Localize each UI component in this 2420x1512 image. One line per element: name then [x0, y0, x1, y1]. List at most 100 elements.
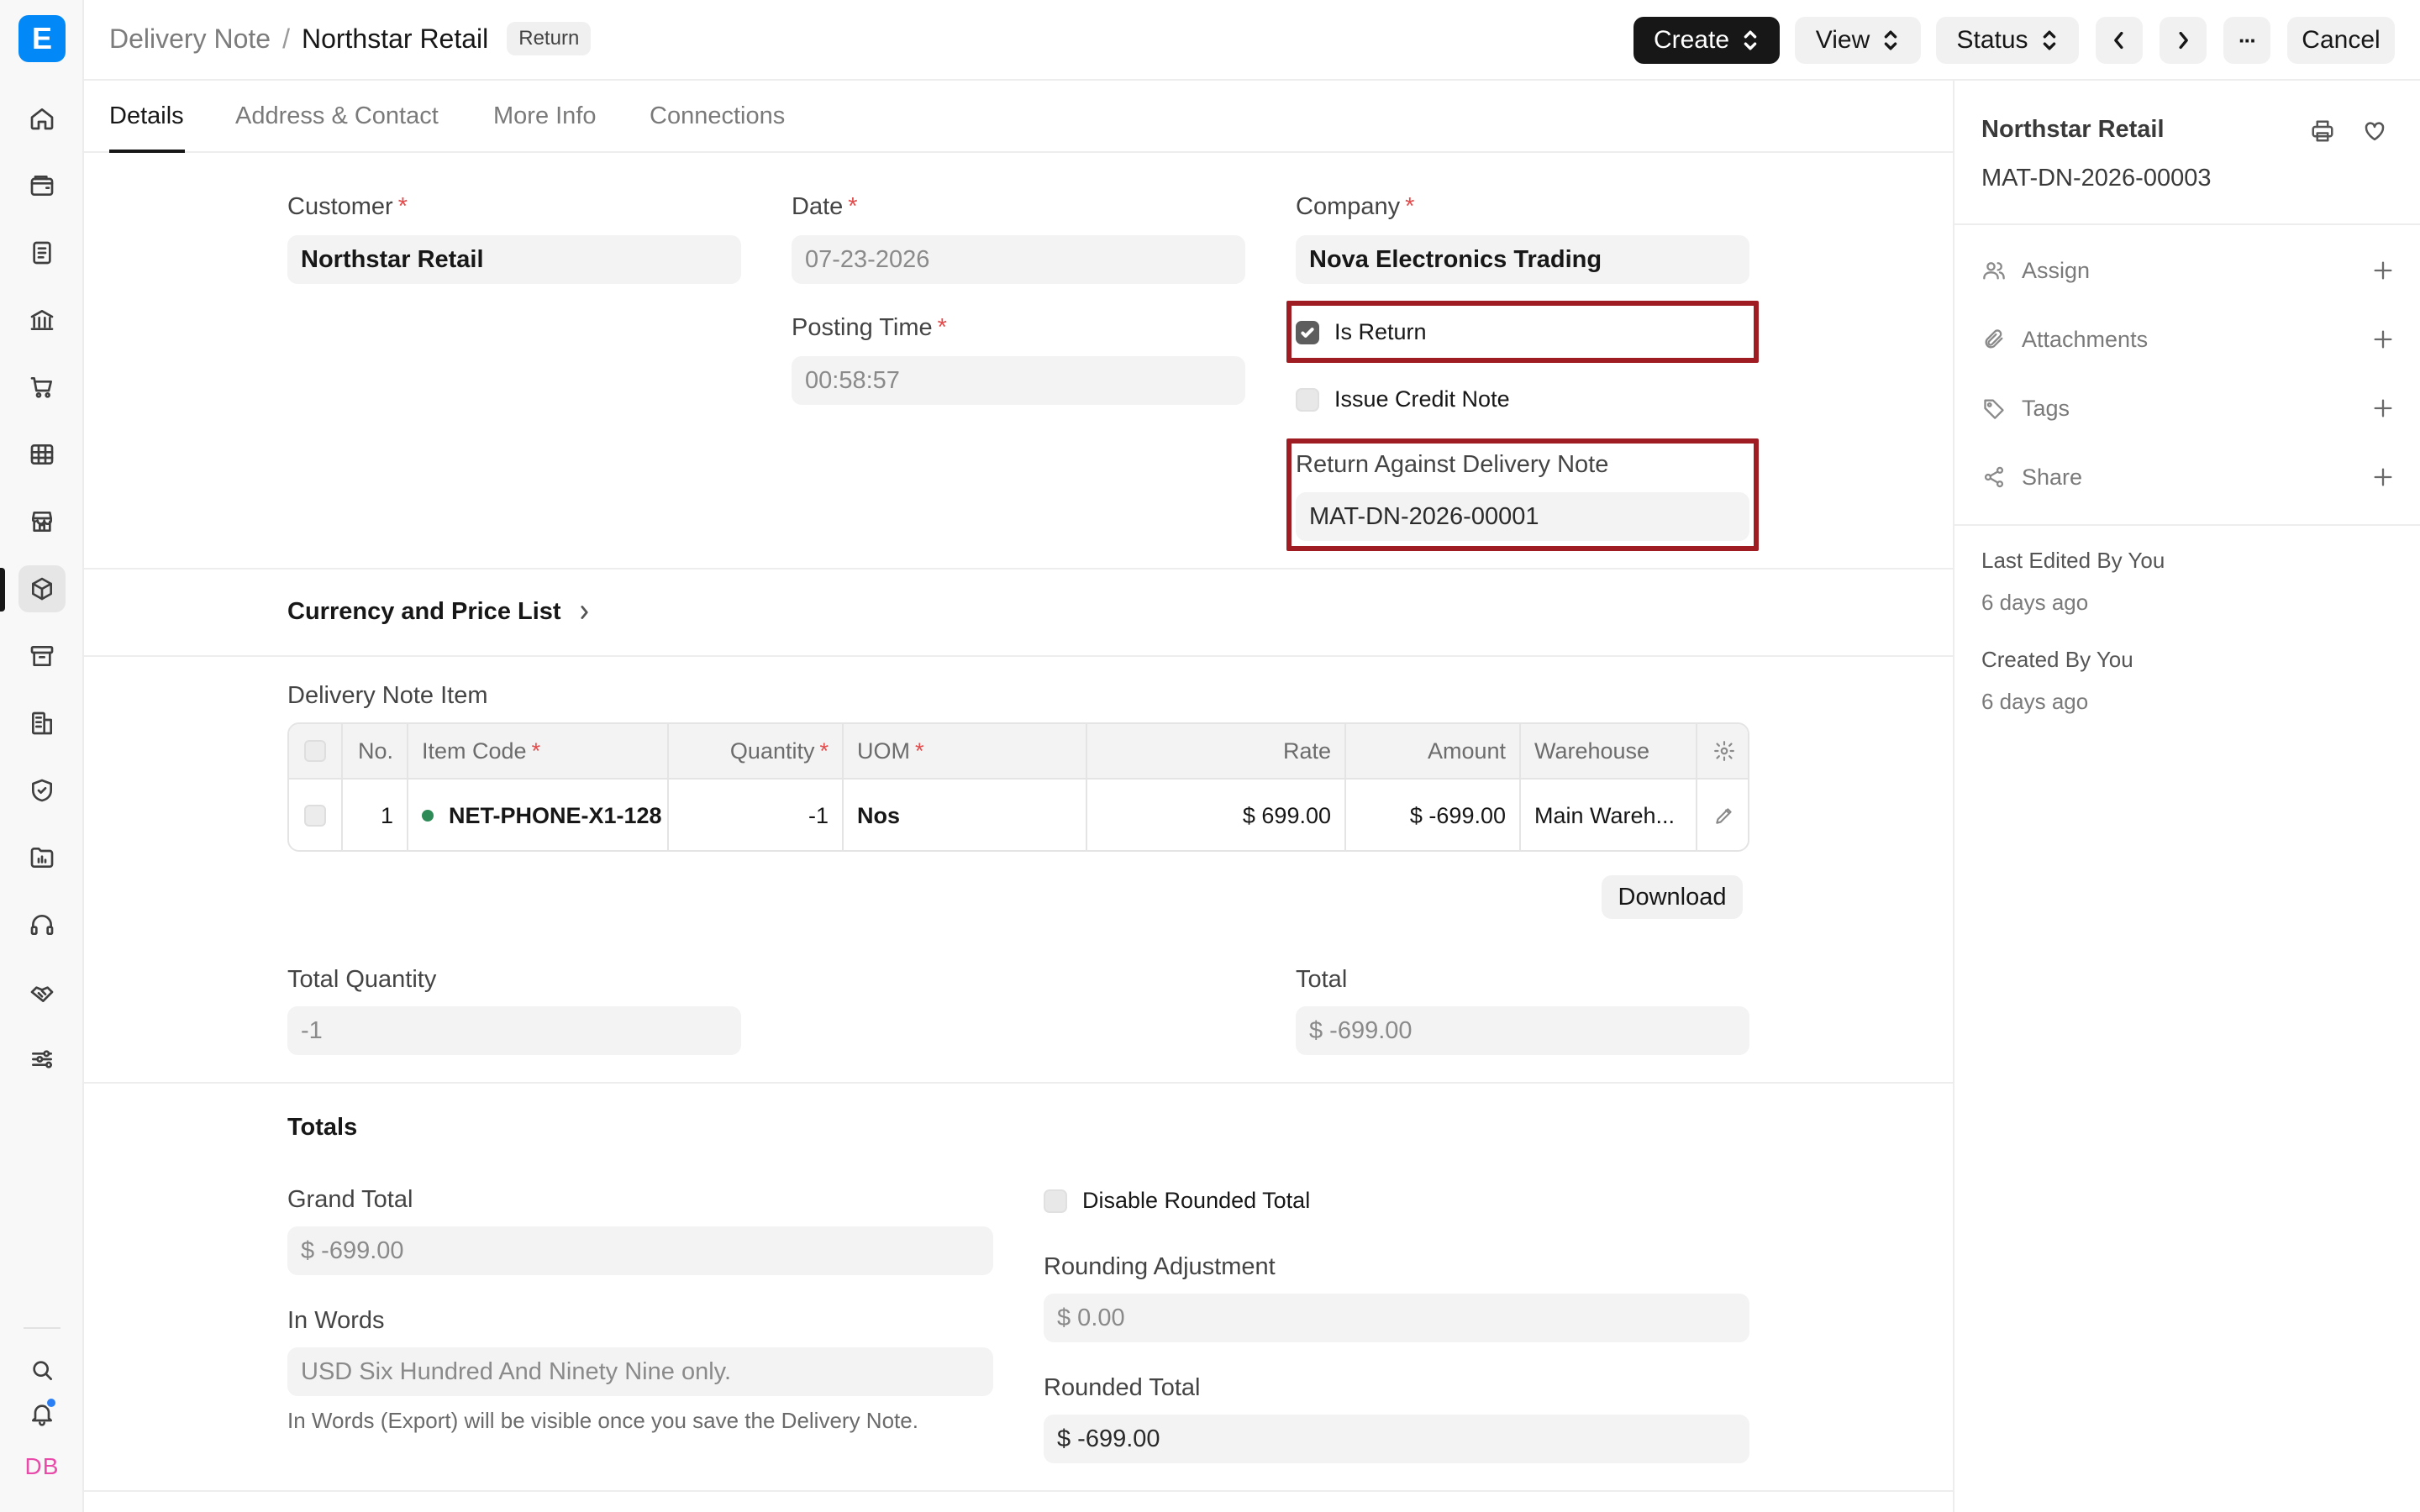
- store-icon[interactable]: [18, 498, 66, 545]
- tab-connections[interactable]: Connections: [650, 102, 785, 130]
- check-icon: [1301, 327, 1314, 338]
- sidebar-item-share[interactable]: Share: [1981, 459, 2395, 496]
- user-avatar[interactable]: DB: [18, 1443, 66, 1490]
- last-edited-time: 6 days ago: [1981, 590, 2089, 615]
- row-warehouse[interactable]: Main Wareh...: [1521, 780, 1697, 850]
- customer-field[interactable]: Northstar Retail: [287, 235, 741, 284]
- tab-address-contact[interactable]: Address & Contact: [235, 102, 439, 130]
- section-divider: [84, 655, 1953, 657]
- created-label: Created By You: [1981, 647, 2133, 672]
- disable-rounded-total-checkbox[interactable]: [1044, 1189, 1067, 1213]
- handshake-icon[interactable]: [18, 969, 66, 1016]
- sidebar-item-attachments[interactable]: Attachments: [1981, 321, 2395, 358]
- sidebar-item-tags[interactable]: Tags: [1981, 390, 2395, 427]
- building-icon[interactable]: [18, 700, 66, 747]
- total-quantity-field: -1: [287, 1006, 741, 1055]
- breadcrumb-parent[interactable]: Delivery Note: [109, 24, 271, 55]
- users-icon: [1981, 258, 2007, 283]
- plus-icon[interactable]: [2371, 396, 2395, 420]
- table-icon[interactable]: [18, 431, 66, 478]
- wallet-icon[interactable]: [18, 162, 66, 209]
- table-row[interactable]: 1 NET-PHONE-X1-128 -1 Nos $ 699.00 $ -69…: [289, 780, 1748, 850]
- sidebar-item-label: Share: [2022, 464, 2083, 490]
- row-quantity[interactable]: -1: [669, 780, 844, 850]
- select-all-cell: [289, 724, 343, 778]
- row-item-code[interactable]: NET-PHONE-X1-128: [408, 780, 669, 850]
- create-button[interactable]: Create: [1634, 17, 1780, 64]
- home-icon[interactable]: [18, 95, 66, 142]
- rounding-adjustment-field: $ 0.00: [1044, 1294, 1749, 1342]
- issue-credit-note-row[interactable]: Issue Credit Note: [1296, 386, 1510, 412]
- status-badge: Return: [507, 22, 592, 55]
- chevron-right-icon: [580, 605, 588, 619]
- posting-time-label: Posting Time *: [792, 314, 947, 341]
- col-quantity: Quantity *: [669, 724, 844, 778]
- company-field[interactable]: Nova Electronics Trading: [1296, 235, 1749, 284]
- tab-details[interactable]: Details: [109, 102, 184, 130]
- sidebar-divider: [1954, 524, 2420, 526]
- row-edit-button[interactable]: [1697, 780, 1748, 850]
- previous-button[interactable]: [2096, 17, 2143, 64]
- search-icon[interactable]: [18, 1347, 66, 1394]
- total-quantity-label: Total Quantity: [287, 966, 437, 993]
- document-icon[interactable]: [18, 229, 66, 276]
- next-button[interactable]: [2160, 17, 2207, 64]
- chevron-right-icon: [2179, 31, 2188, 50]
- cancel-button[interactable]: Cancel: [2287, 17, 2395, 64]
- page-header: Delivery Note / Northstar Retail Return …: [84, 0, 2420, 81]
- headset-icon[interactable]: [18, 901, 66, 948]
- select-all-checkbox[interactable]: [304, 740, 326, 762]
- is-return-checkbox-row[interactable]: Is Return: [1296, 319, 1427, 345]
- page-title: Northstar Retail: [301, 23, 489, 54]
- chevron-updown-icon: [1884, 30, 1897, 50]
- notification-dot: [45, 1397, 57, 1409]
- plus-icon[interactable]: [2371, 328, 2395, 351]
- column-settings-button[interactable]: [1697, 724, 1748, 778]
- disable-rounded-total-row[interactable]: Disable Rounded Total: [1044, 1188, 1310, 1214]
- return-against-field[interactable]: MAT-DN-2026-00001: [1296, 492, 1749, 541]
- total-field: $ -699.00: [1296, 1006, 1749, 1055]
- tag-icon: [1981, 396, 2007, 421]
- bank-icon[interactable]: [18, 297, 66, 344]
- row-uom[interactable]: Nos: [844, 780, 1087, 850]
- last-edited-label: Last Edited By You: [1981, 548, 2165, 573]
- date-field[interactable]: 07-23-2026: [792, 235, 1245, 284]
- view-button[interactable]: View: [1795, 17, 1921, 64]
- section-divider: [84, 1082, 1953, 1084]
- table-header: No. Item Code * Quantity * UOM * Rate Amoun…: [289, 724, 1748, 780]
- create-button-label: Create: [1653, 26, 1730, 54]
- cart-icon[interactable]: [18, 364, 66, 411]
- folder-chart-icon[interactable]: [18, 834, 66, 881]
- is-return-label: Is Return: [1334, 319, 1427, 344]
- col-amount: Amount: [1346, 724, 1521, 778]
- sidebar-item-assign[interactable]: Assign: [1981, 252, 2395, 289]
- sidebar-item-label: Assign: [2022, 257, 2091, 283]
- package-icon[interactable]: [18, 565, 66, 612]
- status-button[interactable]: Status: [1936, 17, 2079, 64]
- currency-section-toggle[interactable]: Currency and Price List: [287, 598, 593, 626]
- posting-time-field[interactable]: 00:58:57: [792, 356, 1245, 405]
- plus-icon[interactable]: [2371, 465, 2395, 489]
- bell-icon[interactable]: [18, 1390, 66, 1437]
- rounded-total-field: $ -699.00: [1044, 1415, 1749, 1463]
- heart-icon[interactable]: [2360, 116, 2390, 146]
- form-tabs: Details Address & Contact More Info Conn…: [84, 81, 1953, 153]
- row-checkbox[interactable]: [304, 805, 326, 827]
- app-sidebar-rail: E DB: [0, 0, 84, 1512]
- is-return-checkbox[interactable]: [1296, 320, 1319, 344]
- chevron-updown-icon: [2043, 30, 2055, 50]
- row-rate[interactable]: $ 699.00: [1087, 780, 1346, 850]
- col-no: No.: [343, 724, 408, 778]
- plus-icon[interactable]: [2371, 259, 2395, 282]
- shield-icon[interactable]: [18, 767, 66, 814]
- download-button[interactable]: Download: [1602, 875, 1743, 919]
- more-actions-button[interactable]: ···: [2223, 17, 2270, 64]
- sliders-icon[interactable]: [18, 1036, 66, 1083]
- issue-credit-note-checkbox[interactable]: [1296, 387, 1319, 412]
- app-logo[interactable]: E: [18, 15, 66, 62]
- company-label: Company *: [1296, 193, 1415, 220]
- print-icon[interactable]: [2307, 116, 2338, 146]
- archive-icon[interactable]: [18, 633, 66, 680]
- tab-more-info[interactable]: More Info: [493, 102, 597, 130]
- in-words-field: USD Six Hundred And Ninety Nine only.: [287, 1347, 993, 1396]
